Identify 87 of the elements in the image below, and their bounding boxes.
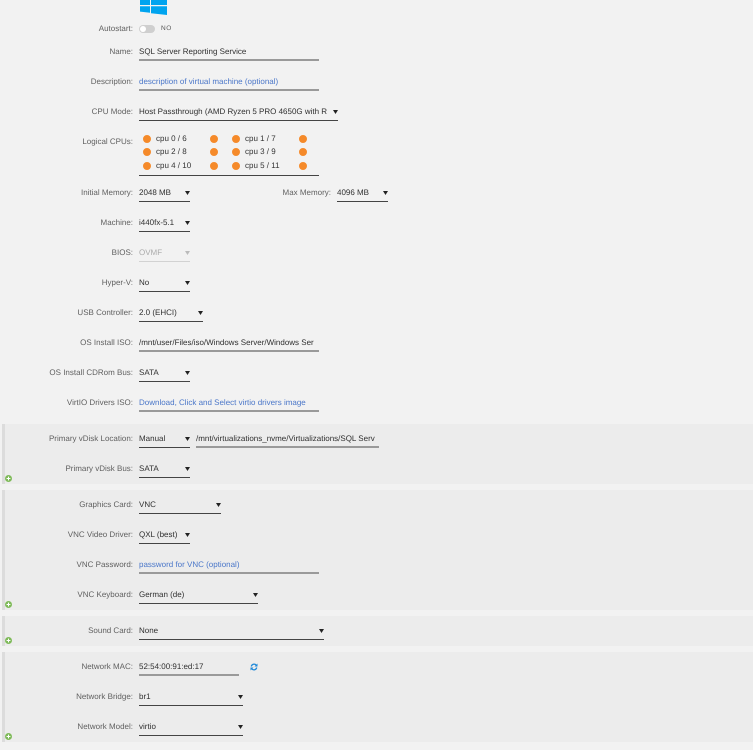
cpu-checkbox[interactable] <box>210 148 218 156</box>
cdrom-bus-label: OS Install CDRom Bus: <box>49 367 133 379</box>
vnc-password-label: VNC Password: <box>76 559 133 571</box>
caret-icon <box>238 694 243 698</box>
cpu-label: cpu 4 / 10 <box>156 160 192 172</box>
mac-address-label: Network MAC: <box>81 661 133 673</box>
caret-icon <box>238 724 243 728</box>
caret-icon <box>383 190 388 194</box>
hyperv-dropdown[interactable]: No <box>139 274 190 292</box>
graphics-card-dropdown[interactable]: VNC <box>139 496 221 514</box>
bios-label: BIOS: <box>112 247 133 259</box>
cpu-label: cpu 1 / 7 <box>245 132 276 145</box>
add-icon[interactable] <box>5 601 12 608</box>
machine-label: Machine: <box>100 217 133 229</box>
cpu-checkbox[interactable] <box>210 134 218 143</box>
video-driver-label: VNC Video Driver: <box>68 529 133 541</box>
vnc-keyboard-label: VNC Keyboard: <box>77 589 133 601</box>
caret-icon <box>185 250 190 254</box>
max-memory-dropdown[interactable]: 4096 MB <box>337 184 388 202</box>
name-label: Name: <box>109 46 133 58</box>
caret-icon <box>185 190 190 194</box>
cpu-checkbox[interactable] <box>299 148 307 156</box>
network-bridge-label: Network Bridge: <box>76 691 133 703</box>
description-field[interactable]: description of virtual machine (optional) <box>139 74 319 90</box>
cpu-label: cpu 5 / 11 <box>245 160 280 172</box>
logical-cpus-label: Logical CPUs: <box>82 136 133 148</box>
network-model-dropdown[interactable]: virtio <box>139 718 243 736</box>
autostart-toggle[interactable] <box>139 24 155 32</box>
vdisk-location-label: Primary vDisk Location: <box>48 433 133 445</box>
caret-icon <box>216 502 221 506</box>
usb-controller-label: USB Controller: <box>77 307 133 319</box>
vdisk-path-field[interactable]: /mnt/virtualizations_nvme/Virtualizations/SQL Serv <box>196 430 379 448</box>
vdisk-bus-label: Primary vDisk Bus: <box>65 463 133 475</box>
cpu-checkbox[interactable] <box>143 148 151 156</box>
caret-icon <box>185 436 190 440</box>
max-memory-label: Max Memory: <box>282 187 331 199</box>
add-icon[interactable] <box>5 733 12 740</box>
cpu-mode-dropdown[interactable]: Host Passthrough (AMD Ryzen 5 PRO 4650G with R <box>139 104 338 120</box>
usb-controller-dropdown[interactable]: 2.0 (EHCI) <box>139 304 203 322</box>
mac-address-field[interactable]: 52:54:00:91:ed:17 <box>139 658 239 676</box>
cpu-label: cpu 2 / 8 <box>156 146 187 158</box>
network-model-label: Network Model: <box>77 721 133 733</box>
vdisk-bus-dropdown[interactable]: SATA <box>139 460 190 478</box>
name-field[interactable]: SQL Server Reporting Service <box>139 44 319 60</box>
virtio-iso-label: VirtIO Drivers ISO: <box>66 397 133 409</box>
cpu-checkbox[interactable] <box>143 162 151 170</box>
iso-path-field[interactable]: /mnt/user/Files/iso/Windows Server/Windows Ser <box>139 334 319 352</box>
cpu-checkbox[interactable] <box>232 148 240 156</box>
add-icon[interactable] <box>5 475 12 482</box>
cpu-checkbox[interactable] <box>299 162 307 170</box>
cpu-checkbox[interactable] <box>210 162 218 170</box>
cpu-label: cpu 3 / 9 <box>245 146 276 158</box>
vnc-password-field[interactable]: password for VNC (optional) <box>139 556 319 574</box>
initial-memory-dropdown[interactable]: 2048 MB <box>139 184 190 202</box>
caret-icon <box>185 466 190 470</box>
cpu-checkbox[interactable] <box>232 162 240 170</box>
sound-card-label: Sound Card: <box>88 625 133 637</box>
iso-path-label: OS Install ISO: <box>80 337 133 349</box>
virtio-iso-field[interactable]: Download, Click and Select virtio drivers image <box>139 394 319 412</box>
add-icon[interactable] <box>5 637 12 644</box>
video-driver-dropdown[interactable]: QXL (best) <box>139 526 190 544</box>
machine-dropdown[interactable]: i440fx-5.1 <box>139 214 190 232</box>
cpu-mode-label: CPU Mode: <box>92 106 133 118</box>
caret-icon <box>185 370 190 374</box>
network-bridge-dropdown[interactable]: br1 <box>139 688 243 706</box>
vdisk-location-dropdown[interactable]: Manual <box>139 430 190 448</box>
hyperv-label: Hyper-V: <box>102 277 133 289</box>
initial-memory-label: Initial Memory: <box>80 187 133 199</box>
vnc-keyboard-dropdown[interactable]: German (de) <box>139 586 258 604</box>
caret-icon <box>185 280 190 284</box>
caret-icon <box>198 310 203 314</box>
cdrom-bus-dropdown[interactable]: SATA <box>139 364 190 382</box>
caret-icon <box>319 628 324 632</box>
refresh-icon[interactable] <box>250 663 258 671</box>
windows-logo-icon <box>140 0 167 15</box>
description-label: Description: <box>90 76 133 88</box>
cpu-checkbox[interactable] <box>232 134 240 143</box>
graphics-card-label: Graphics Card: <box>79 499 133 511</box>
caret-icon <box>185 220 190 224</box>
cpu-checkbox[interactable] <box>143 134 151 143</box>
sound-card-dropdown[interactable]: None <box>139 622 324 640</box>
caret-icon <box>185 532 190 536</box>
caret-icon <box>253 592 258 596</box>
autostart-label: Autostart: <box>98 22 133 34</box>
cpu-checkbox[interactable] <box>299 134 307 143</box>
caret-icon <box>333 110 338 114</box>
cpu-label: cpu 0 / 6 <box>156 132 187 145</box>
